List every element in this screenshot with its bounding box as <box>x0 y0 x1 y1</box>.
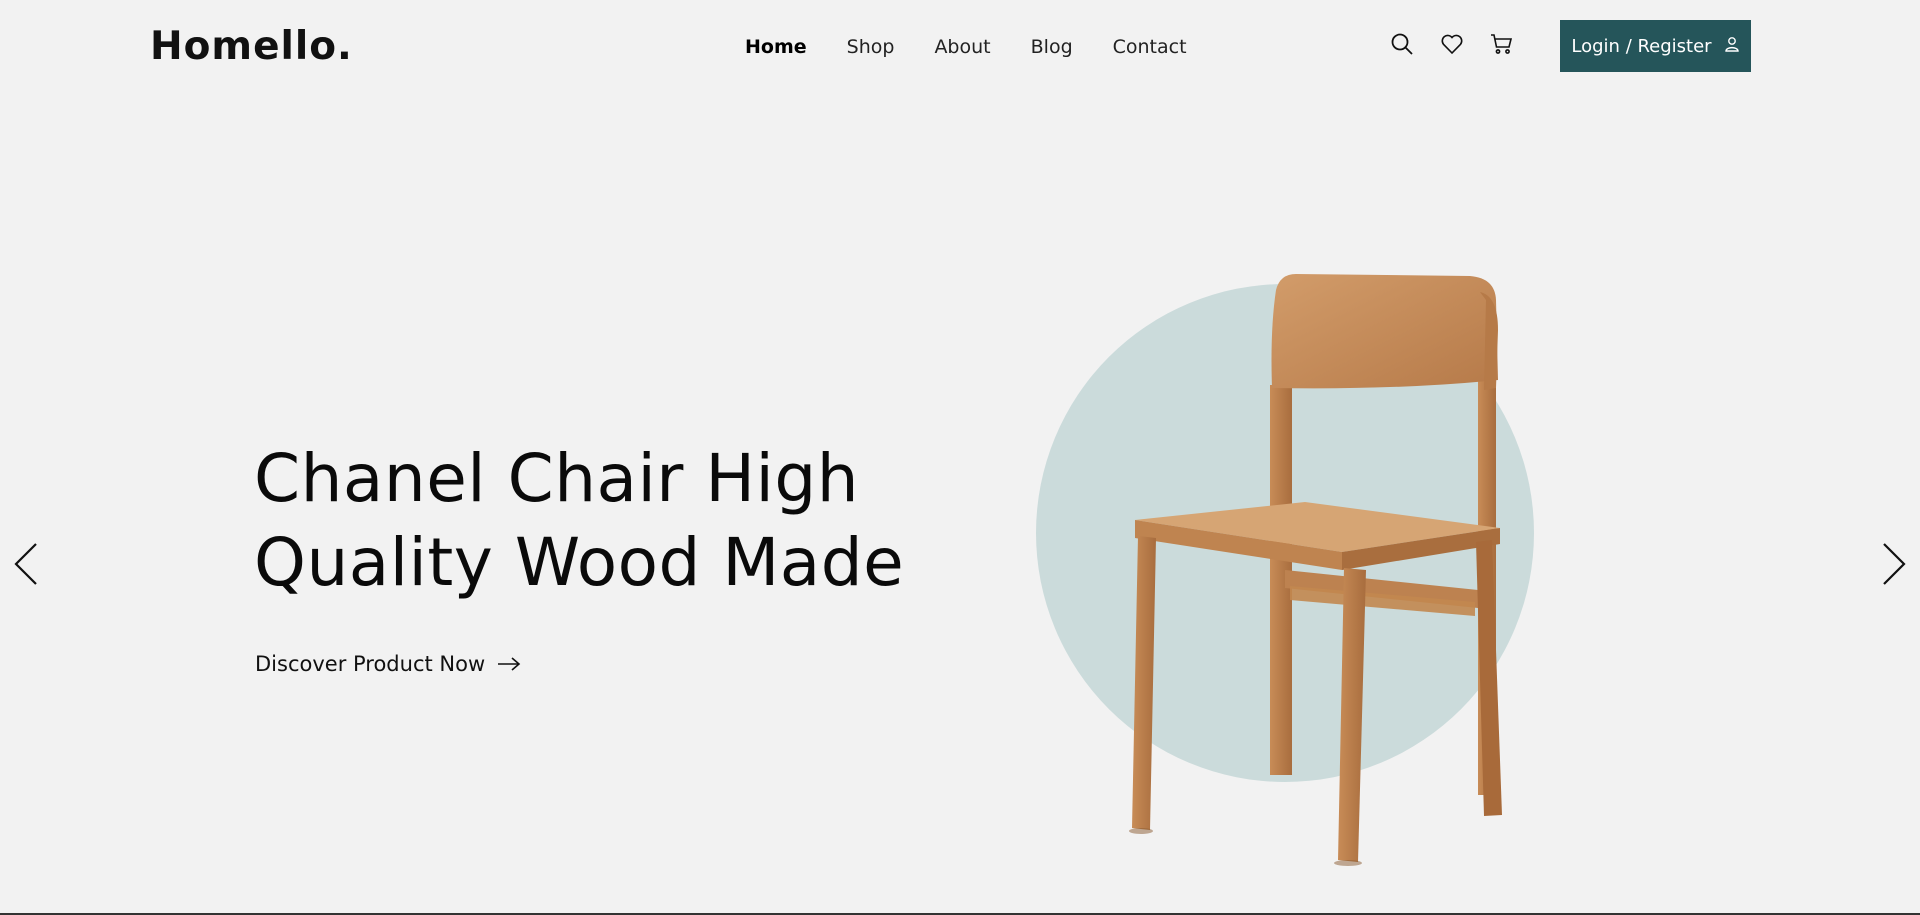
cart-icon[interactable] <box>1490 32 1514 56</box>
arrow-right-icon <box>498 657 521 671</box>
nav-item-contact[interactable]: Contact <box>1113 36 1187 58</box>
main-nav: Home Shop About Blog Contact <box>745 36 1187 58</box>
login-register-label: Login / Register <box>1571 35 1712 57</box>
hero-title: Chanel Chair High Quality Wood Made <box>254 437 974 605</box>
chevron-left-icon <box>14 543 37 585</box>
slider-prev-button[interactable] <box>12 540 40 588</box>
discover-product-link[interactable]: Discover Product Now <box>255 652 521 676</box>
chevron-right-icon <box>1883 543 1906 585</box>
nav-item-home[interactable]: Home <box>745 36 807 58</box>
hero-title-line-1: Chanel Chair High <box>254 440 860 517</box>
discover-product-label: Discover Product Now <box>255 652 486 676</box>
user-icon <box>1724 36 1740 57</box>
nav-item-about[interactable]: About <box>934 36 990 58</box>
slider-next-button[interactable] <box>1880 540 1908 588</box>
site-header: Homello. Home Shop About Blog Contact Lo… <box>0 0 1920 96</box>
nav-item-shop[interactable]: Shop <box>847 36 895 58</box>
heart-icon[interactable] <box>1440 32 1464 56</box>
logo[interactable]: Homello. <box>150 24 353 69</box>
header-icons <box>1390 32 1514 56</box>
wooden-chair-image <box>1129 274 1502 866</box>
hero-title-line-2: Quality Wood Made <box>254 524 905 601</box>
search-icon[interactable] <box>1390 32 1414 56</box>
login-register-button[interactable]: Login / Register <box>1560 20 1751 72</box>
nav-item-blog[interactable]: Blog <box>1031 36 1073 58</box>
page: Homello. Home Shop About Blog Contact Lo… <box>0 0 1920 915</box>
